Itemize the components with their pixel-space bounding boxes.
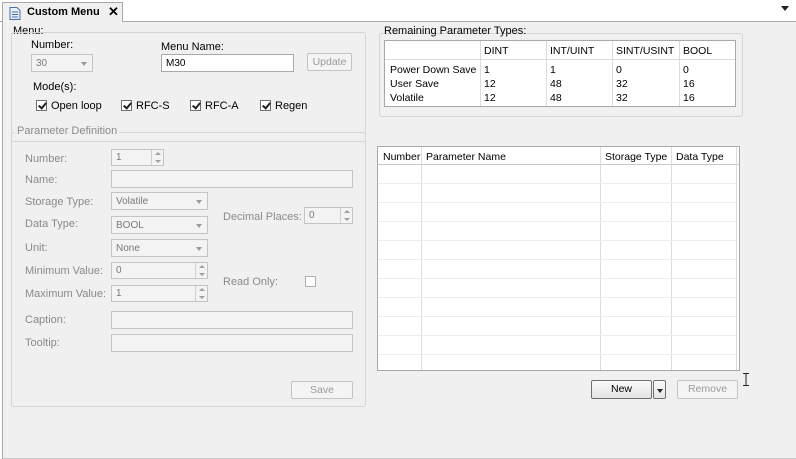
mode-open-loop-checkbox[interactable] bbox=[36, 100, 47, 111]
unit-combo[interactable]: None bbox=[111, 239, 208, 257]
tab-title: Custom Menu bbox=[27, 6, 100, 18]
mode-rfc-s-checkbox[interactable] bbox=[121, 100, 132, 111]
menu-number-combo[interactable]: 30 bbox=[31, 54, 93, 72]
row-power-down-save-label: Power Down Save bbox=[390, 64, 477, 76]
decimal-places-spinner[interactable]: 0 bbox=[304, 207, 353, 224]
max-value-spinner[interactable]: 1 bbox=[111, 285, 208, 302]
tooltip-input[interactable] bbox=[111, 334, 353, 352]
table-cell: 1 bbox=[550, 64, 556, 76]
storage-type-value: Volatile bbox=[116, 196, 149, 207]
table-cell: 16 bbox=[683, 92, 695, 104]
min-value-spinner[interactable]: 0 bbox=[111, 262, 208, 279]
col-header-parameter-name[interactable]: Parameter Name bbox=[426, 151, 506, 163]
col-header-number[interactable]: Number bbox=[383, 151, 420, 163]
table-cell: 1 bbox=[484, 64, 490, 76]
table-cell: 12 bbox=[484, 92, 496, 104]
param-number-spinner[interactable]: 1 bbox=[111, 149, 164, 166]
chevron-down-icon bbox=[81, 62, 87, 66]
table-cell: 16 bbox=[683, 78, 695, 90]
remaining-types-label: Remaining Parameter Types: bbox=[384, 25, 527, 37]
col-header-storage-type[interactable]: Storage Type bbox=[605, 151, 667, 163]
caption-input[interactable] bbox=[111, 311, 353, 329]
decimal-places-value: 0 bbox=[309, 210, 315, 221]
col-header-sint-usint: SINT/USINT bbox=[616, 45, 675, 57]
max-value-label: Maximum Value: bbox=[25, 288, 107, 300]
tab-menu-dropdown-icon[interactable] bbox=[781, 6, 789, 11]
tab-custom-menu[interactable]: Custom Menu ✕ bbox=[2, 2, 123, 23]
chevron-down-icon bbox=[196, 247, 202, 251]
storage-type-label: Storage Type: bbox=[25, 196, 94, 208]
table-cell: 32 bbox=[616, 92, 628, 104]
col-header-int-uint: INT/UINT bbox=[550, 45, 595, 57]
mode-regen-checkbox[interactable] bbox=[260, 100, 271, 111]
param-name-label: Name: bbox=[25, 174, 58, 186]
param-number-label: Number: bbox=[25, 153, 68, 165]
spinner-arrows-icon[interactable] bbox=[195, 286, 207, 301]
data-type-combo[interactable]: BOOL bbox=[111, 216, 208, 234]
spinner-arrows-icon[interactable] bbox=[195, 263, 207, 278]
read-only-checkbox[interactable] bbox=[305, 276, 316, 287]
col-header-dint: DINT bbox=[484, 45, 509, 57]
editor-content: Menu: Number: 30 Menu Name: M30 Update M… bbox=[2, 22, 796, 459]
param-name-input[interactable] bbox=[111, 170, 353, 188]
table-cell: 0 bbox=[616, 64, 622, 76]
chevron-down-icon bbox=[657, 389, 663, 393]
modes-label: Mode(s): bbox=[33, 81, 77, 93]
menu-name-label: Menu Name: bbox=[161, 41, 224, 53]
remove-button[interactable]: Remove bbox=[677, 380, 738, 399]
table-cell: 48 bbox=[550, 92, 562, 104]
unit-value: None bbox=[116, 243, 140, 254]
min-value-label: Minimum Value: bbox=[25, 265, 104, 277]
chevron-down-icon bbox=[196, 200, 202, 204]
table-cell: 0 bbox=[683, 64, 689, 76]
chevron-down-icon bbox=[196, 224, 202, 228]
storage-type-combo[interactable]: Volatile bbox=[111, 192, 208, 210]
tooltip-label: Tooltip: bbox=[25, 337, 60, 349]
tab-strip: Custom Menu ✕ bbox=[0, 0, 796, 23]
mode-rfc-a-checkbox[interactable] bbox=[190, 100, 201, 111]
menu-name-input[interactable]: M30 bbox=[161, 54, 294, 72]
spinner-arrows-icon[interactable] bbox=[340, 208, 352, 223]
read-only-label: Read Only: bbox=[223, 276, 279, 288]
min-value-value: 0 bbox=[116, 265, 122, 276]
col-header-bool: BOOL bbox=[683, 45, 713, 57]
mode-rfc-s-label: RFC-S bbox=[136, 100, 170, 112]
max-value-value: 1 bbox=[116, 288, 122, 299]
param-number-value: 1 bbox=[116, 152, 122, 163]
table-cell: 32 bbox=[616, 78, 628, 90]
table-cell: 12 bbox=[484, 78, 496, 90]
table-cell: 48 bbox=[550, 78, 562, 90]
caption-label: Caption: bbox=[25, 314, 66, 326]
decimal-places-label: Decimal Places: bbox=[223, 211, 302, 223]
close-icon[interactable]: ✕ bbox=[108, 4, 119, 20]
unit-label: Unit: bbox=[25, 242, 48, 254]
mode-rfc-a-label: RFC-A bbox=[205, 100, 239, 112]
menu-number-label: Number: bbox=[31, 39, 74, 51]
data-type-label: Data Type: bbox=[25, 218, 78, 230]
spinner-arrows-icon[interactable] bbox=[151, 150, 163, 165]
remaining-types-table: DINT INT/UINT SINT/USINT BOOL Power Down… bbox=[384, 40, 736, 107]
param-def-group-label: Parameter Definition bbox=[15, 125, 120, 137]
new-button[interactable]: New bbox=[591, 380, 652, 399]
row-volatile-label: Volatile bbox=[390, 92, 424, 104]
data-type-value: BOOL bbox=[116, 220, 144, 231]
row-user-save-label: User Save bbox=[390, 78, 440, 90]
save-button[interactable]: Save bbox=[291, 381, 353, 399]
text-cursor-icon bbox=[743, 373, 749, 389]
menu-name-value: M30 bbox=[166, 58, 186, 69]
menu-number-value: 30 bbox=[36, 58, 48, 69]
new-dropdown-button[interactable] bbox=[653, 380, 666, 399]
document-icon bbox=[9, 7, 21, 23]
parameter-list-grid[interactable]: Number Parameter Name Storage Type Data … bbox=[377, 146, 740, 371]
col-header-data-type[interactable]: Data Type bbox=[676, 151, 724, 163]
mode-regen-label: Regen bbox=[275, 100, 308, 112]
mode-open-loop-label: Open loop bbox=[51, 100, 102, 112]
update-button[interactable]: Update bbox=[307, 53, 352, 71]
